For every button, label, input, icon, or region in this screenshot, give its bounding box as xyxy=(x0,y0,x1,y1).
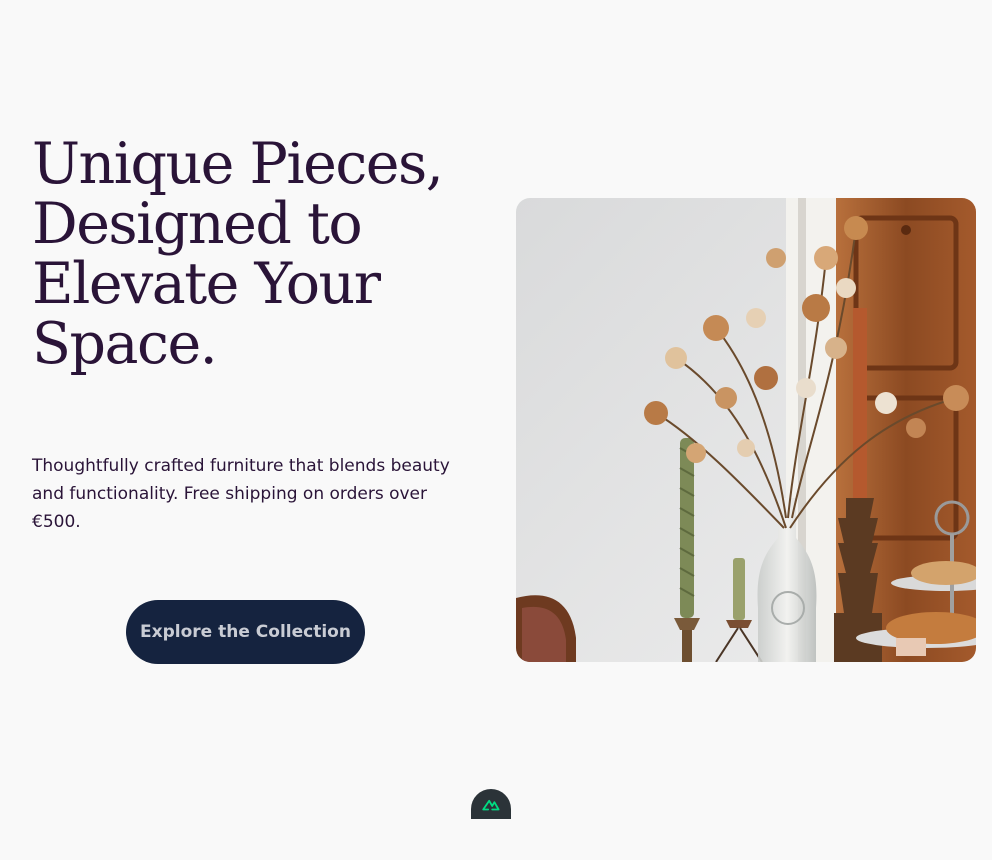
hero-image xyxy=(516,198,976,662)
nuxt-devtools-toggle[interactable] xyxy=(471,789,511,819)
nuxt-logo-icon xyxy=(482,799,500,811)
hero-title: Unique Pieces, Designed to Elevate Your … xyxy=(32,131,444,377)
hero-photo-illustration xyxy=(516,198,976,662)
explore-collection-button[interactable]: Explore the Collection xyxy=(126,600,365,664)
page: Unique Pieces, Designed to Elevate Your … xyxy=(0,0,992,860)
hero-subtitle: Thoughtfully crafted furniture that blen… xyxy=(32,456,450,532)
